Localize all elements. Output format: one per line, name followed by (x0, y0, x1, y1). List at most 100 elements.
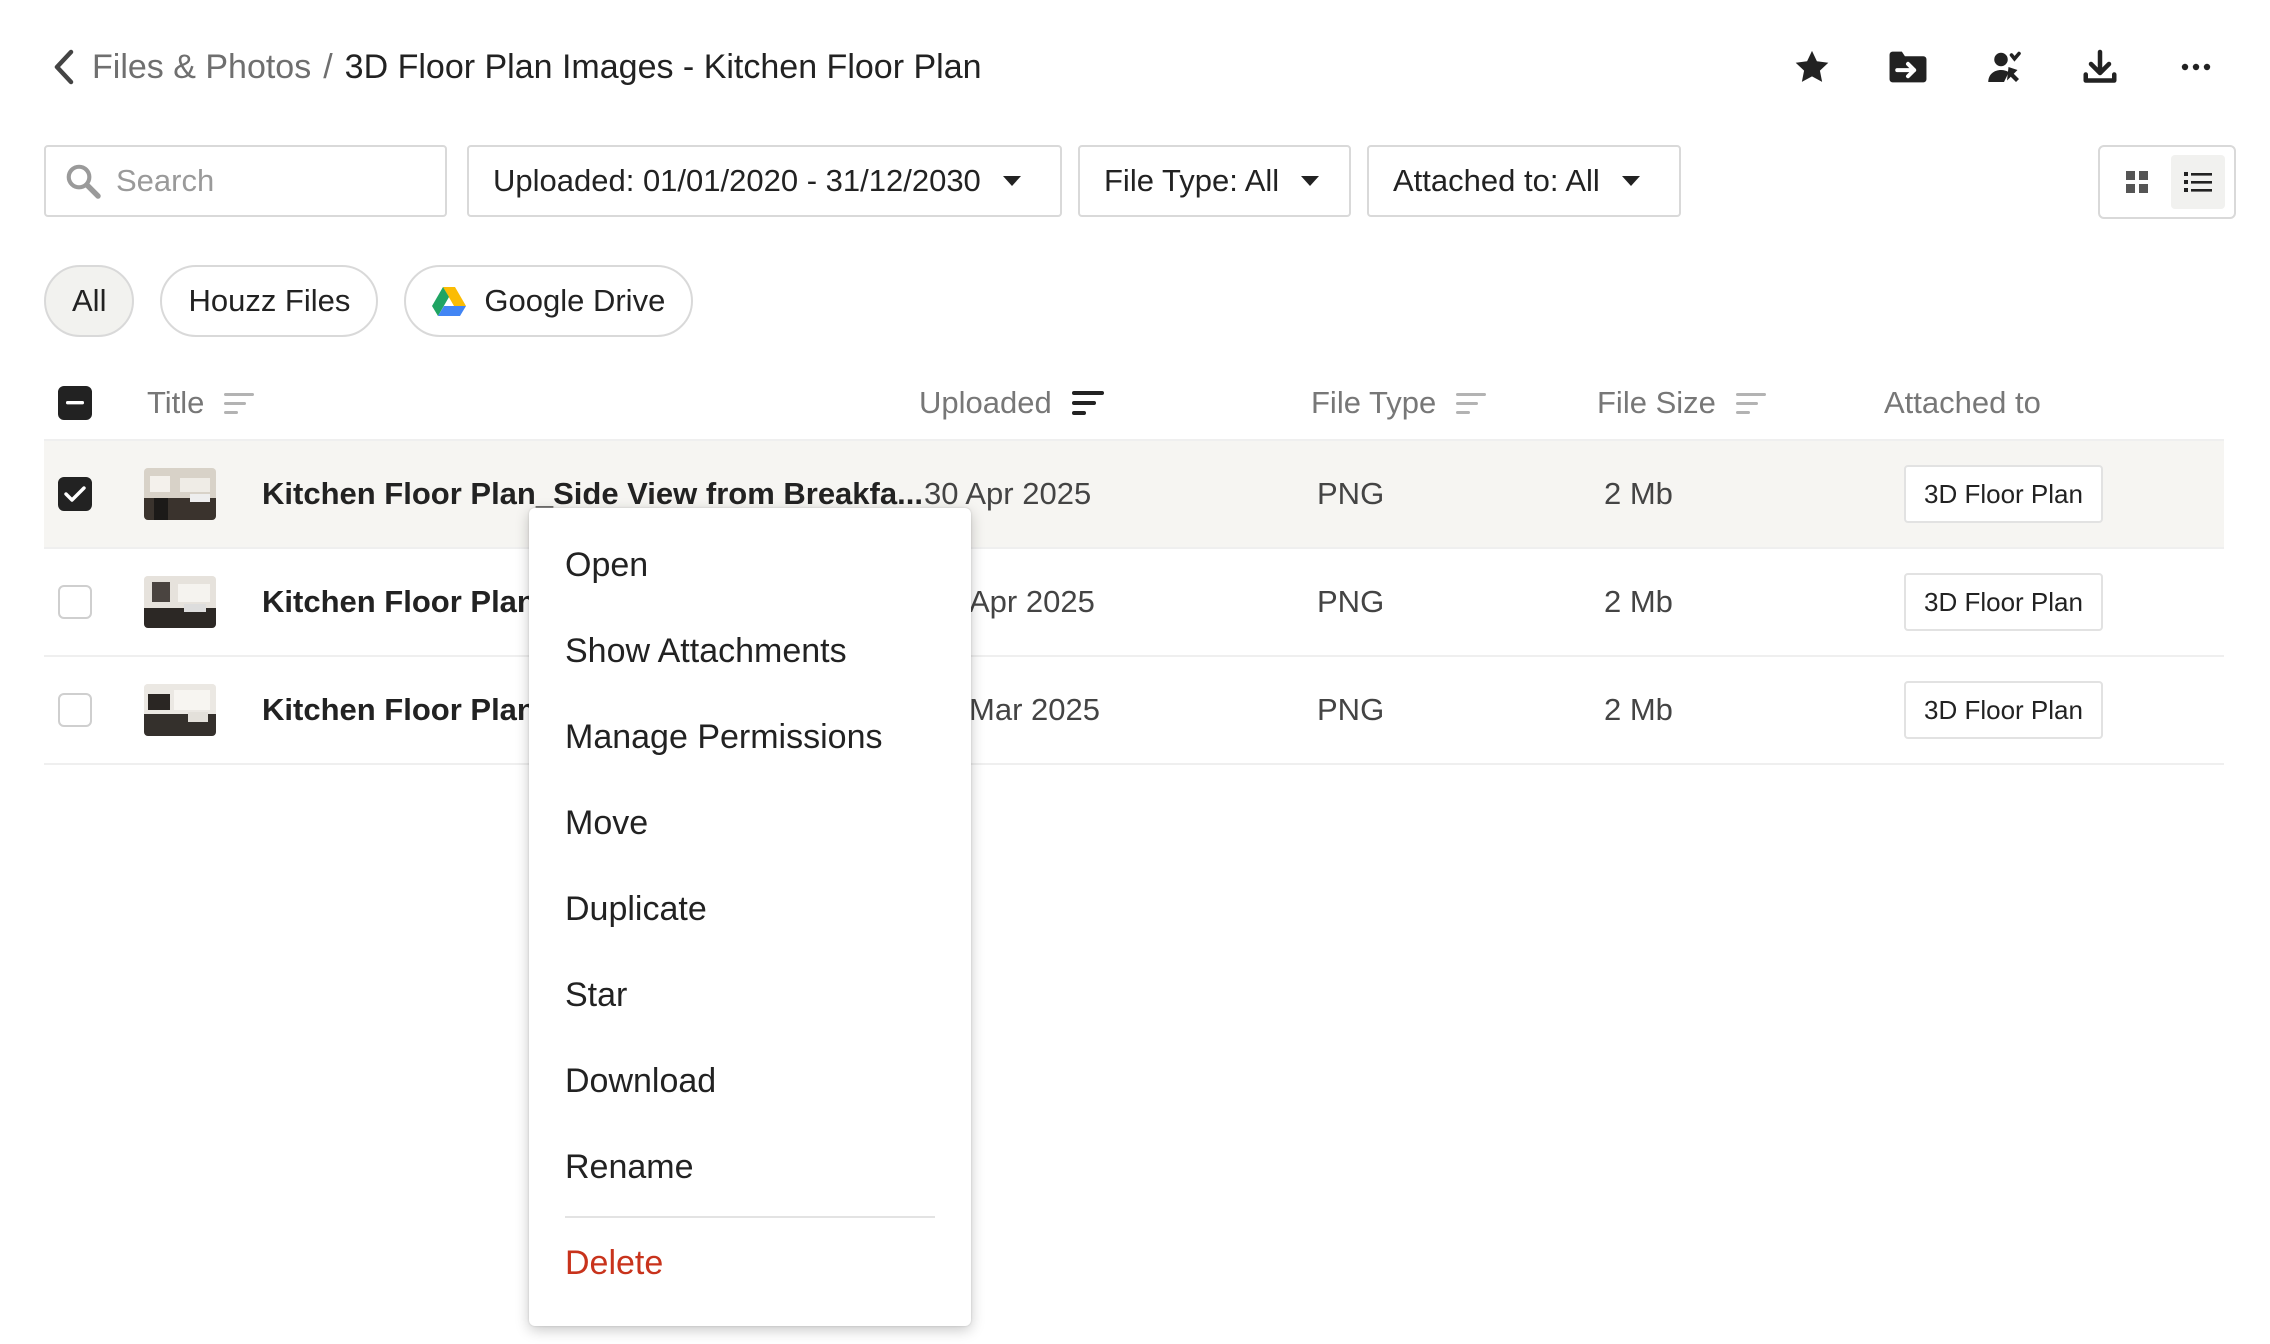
sort-icon (1456, 390, 1487, 417)
source-chip-label: Houzz Files (188, 283, 351, 318)
file-thumbnail (144, 684, 216, 736)
column-header-label: Attached to (1884, 385, 2041, 420)
source-chip-houzz-files[interactable]: Houzz Files (160, 265, 379, 337)
caret-down-icon (1002, 176, 1021, 186)
back-button[interactable] (44, 47, 84, 87)
attached-to-filter-label: Attached to: All (1393, 163, 1600, 198)
page-title: 3D Floor Plan Images - Kitchen Floor Pla… (344, 47, 982, 86)
row-checkbox[interactable] (58, 585, 92, 619)
column-header-title[interactable]: Title (147, 365, 255, 441)
column-header-label: Title (147, 385, 205, 420)
row-checkbox[interactable] (58, 477, 92, 511)
search-box[interactable] (44, 145, 447, 217)
menu-item-rename[interactable]: Rename (565, 1124, 935, 1210)
chevron-left-icon (54, 49, 74, 85)
uploaded-date-filter[interactable]: Uploaded: 01/01/2020 - 31/12/2030 (467, 145, 1062, 217)
column-header-attached-to: Attached to (1884, 365, 2041, 441)
file-size: 2 Mb (1604, 476, 1673, 511)
file-title[interactable]: Kitchen Floor Plan_( (262, 657, 563, 763)
file-thumbnail (144, 468, 216, 520)
menu-item-open[interactable]: Open (565, 522, 935, 608)
manage-permissions-button[interactable] (1974, 40, 2034, 94)
table-row[interactable]: Kitchen Floor Plan_Side View from Breakf… (44, 441, 2224, 549)
table-row[interactable]: Kitchen Floor Plan_( Mar 2025 PNG 2 Mb 3… (44, 657, 2224, 765)
table-header: Title Uploaded File Type File Size Attac… (44, 365, 2224, 441)
column-header-file-size[interactable]: File Size (1597, 365, 1766, 441)
grid-view-button[interactable] (2110, 155, 2164, 209)
minus-icon (66, 401, 84, 405)
file-type: PNG (1317, 476, 1385, 511)
file-size: 2 Mb (1604, 692, 1673, 727)
breadcrumb: Files & Photos / 3D Floor Plan Images - … (92, 48, 982, 87)
row-checkbox[interactable] (58, 693, 92, 727)
source-chip-label: Google Drive (484, 283, 666, 318)
column-header-file-type[interactable]: File Type (1311, 365, 1487, 441)
more-icon (2181, 63, 2211, 71)
grid-icon (2125, 171, 2148, 193)
attached-to-chip[interactable]: 3D Floor Plan (1904, 681, 2103, 739)
move-icon (1889, 51, 1927, 83)
sort-icon (224, 390, 255, 417)
caret-down-icon (1621, 176, 1640, 186)
attached-to-cell: 3D Floor Plan (1904, 441, 2103, 547)
source-chip-all[interactable]: All (44, 265, 135, 337)
breadcrumb-parent-link[interactable]: Files & Photos (92, 48, 311, 87)
star-icon (1795, 50, 1829, 82)
file-title[interactable]: Kitchen Floor Plan_ (262, 549, 553, 655)
checkmark-icon (64, 486, 86, 502)
sort-icon (1735, 390, 1766, 417)
page-header: Files & Photos / 3D Floor Plan Images - … (44, 40, 2226, 94)
menu-item-show-attachments[interactable]: Show Attachments (565, 608, 935, 694)
context-menu: Open Show Attachments Manage Permissions… (529, 508, 971, 1326)
menu-divider (565, 1216, 935, 1218)
view-toggle (2098, 145, 2236, 219)
menu-item-duplicate[interactable]: Duplicate (565, 866, 935, 952)
download-button[interactable] (2070, 40, 2130, 94)
star-button[interactable] (1782, 40, 1842, 94)
search-icon (66, 164, 101, 199)
menu-item-delete[interactable]: Delete (565, 1220, 935, 1306)
file-type: PNG (1317, 584, 1385, 619)
uploaded-date: Mar 2025 (969, 692, 1100, 727)
search-input[interactable] (116, 163, 416, 199)
file-type-filter[interactable]: File Type: All (1078, 145, 1351, 217)
google-drive-icon (432, 287, 467, 316)
move-button[interactable] (1878, 40, 1938, 94)
header-actions (1746, 40, 2226, 94)
file-title-text: Kitchen Floor Plan_Side View from Breakf… (262, 476, 923, 511)
attached-to-chip[interactable]: 3D Floor Plan (1904, 465, 2103, 523)
column-header-uploaded[interactable]: Uploaded (919, 365, 1104, 441)
uploaded-filter-label: Uploaded: 01/01/2020 - 31/12/2030 (493, 163, 981, 198)
attached-to-cell: 3D Floor Plan (1904, 657, 2103, 763)
file-title-text: Kitchen Floor Plan_( (262, 692, 564, 727)
sort-descending-icon (1071, 388, 1104, 418)
attached-to-cell: 3D Floor Plan (1904, 549, 2103, 655)
file-title-text: Kitchen Floor Plan_ (262, 584, 554, 619)
list-icon (2183, 172, 2212, 192)
manage-permissions-icon (1988, 51, 2021, 82)
attached-to-chip[interactable]: 3D Floor Plan (1904, 573, 2103, 631)
source-chip-label: All (72, 283, 107, 318)
select-all-checkbox[interactable] (58, 386, 92, 420)
menu-item-manage-permissions[interactable]: Manage Permissions (565, 694, 935, 780)
list-view-button[interactable] (2170, 155, 2225, 209)
source-chips: All Houzz Files Google Drive (44, 265, 719, 337)
file-type: PNG (1317, 692, 1385, 727)
menu-item-download[interactable]: Download (565, 1038, 935, 1124)
files-table: Title Uploaded File Type File Size Attac… (44, 365, 2224, 765)
column-header-label: File Size (1597, 385, 1716, 420)
caret-down-icon (1301, 176, 1320, 186)
column-header-label: File Type (1311, 385, 1437, 420)
column-header-label: Uploaded (919, 385, 1052, 420)
menu-item-star[interactable]: Star (565, 952, 935, 1038)
table-row[interactable]: Kitchen Floor Plan_ Apr 2025 PNG 2 Mb 3D… (44, 549, 2224, 657)
breadcrumb-separator: / (323, 47, 333, 86)
file-thumbnail (144, 576, 216, 628)
attached-to-filter[interactable]: Attached to: All (1367, 145, 1681, 217)
file-type-filter-label: File Type: All (1104, 163, 1280, 198)
uploaded-date: Apr 2025 (969, 584, 1095, 619)
more-options-button[interactable] (2166, 40, 2226, 94)
menu-item-move[interactable]: Move (565, 780, 935, 866)
file-size: 2 Mb (1604, 584, 1673, 619)
source-chip-google-drive[interactable]: Google Drive (404, 265, 694, 337)
